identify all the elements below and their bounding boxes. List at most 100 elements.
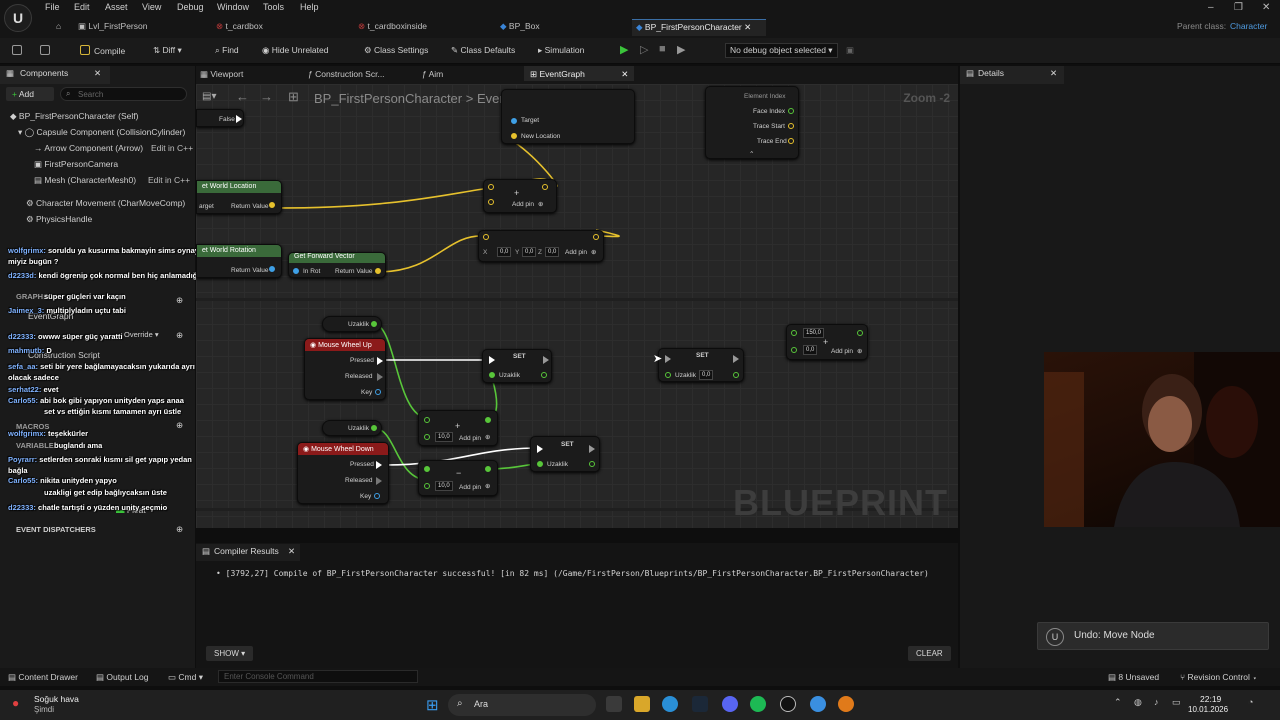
taskbar-search[interactable]: ⌕ Ara <box>448 694 596 716</box>
pin-key[interactable] <box>375 389 381 395</box>
pin-return-value[interactable] <box>269 202 275 208</box>
menu-view[interactable]: View <box>142 2 161 12</box>
pin-out[interactable] <box>593 234 599 240</box>
add-graph-icon[interactable]: ⊕ <box>176 295 183 306</box>
tab-viewport[interactable]: ▦ Viewport <box>200 69 243 80</box>
pin-b[interactable] <box>424 434 430 440</box>
play-icon[interactable]: ▶ <box>620 43 628 56</box>
tree-item-self[interactable]: ◆ BP_FirstPersonCharacter (Self) <box>10 111 138 122</box>
node-mouse-wheel-up[interactable]: ◉ Mouse Wheel Up Pressed Released Key <box>304 338 386 400</box>
add-dispatcher-icon[interactable]: ⊕ <box>176 524 183 535</box>
exec-released[interactable] <box>376 477 382 485</box>
node-get-uzaklik-2[interactable]: Uzaklik <box>322 420 382 436</box>
override-dropdown[interactable]: Override ▾ <box>124 330 159 339</box>
float-b-input[interactable]: 10,0 <box>435 432 453 442</box>
menu-window[interactable]: Window <box>217 2 249 12</box>
add-pin-icon[interactable]: ⊕ <box>485 482 490 490</box>
tray-display-icon[interactable]: ▭ <box>1172 697 1181 708</box>
pin-a[interactable] <box>791 330 797 336</box>
uzaklik-value-input[interactable]: 0,0 <box>699 370 714 380</box>
pin-a[interactable] <box>483 234 489 240</box>
content-drawer-button[interactable]: ▤ Content Drawer <box>8 672 78 683</box>
pin-in-rot[interactable] <box>293 268 299 274</box>
tab-aim[interactable]: ƒ Aim <box>422 69 443 79</box>
task-view-icon[interactable] <box>606 696 622 712</box>
blender-icon[interactable] <box>838 696 854 712</box>
pin-a[interactable] <box>424 466 430 472</box>
tray-chevron-icon[interactable]: ⌃ <box>1114 697 1122 708</box>
add-function-icon[interactable]: ⊕ <box>176 330 183 341</box>
weather-icon[interactable]: ● <box>12 696 19 710</box>
vector-z-input[interactable]: 0,0 <box>545 247 560 257</box>
clock-date[interactable]: 10.01.2026 <box>1188 705 1228 714</box>
hide-unrelated-button[interactable]: ◉ Hide Unrelated <box>262 45 328 56</box>
tray-mic-icon[interactable]: ♪ <box>1154 697 1159 707</box>
node-hit-result[interactable]: Element Index Face Index Trace Start Tra… <box>705 86 799 159</box>
add-pin-icon[interactable]: ⊕ <box>857 347 862 355</box>
add-pin-label[interactable]: Add pin <box>565 249 587 256</box>
exec-in[interactable] <box>537 445 543 453</box>
variables-section[interactable]: VARIABLES <box>16 441 59 450</box>
menu-tools[interactable]: Tools <box>263 2 284 12</box>
pin-key[interactable] <box>374 493 380 499</box>
tree-item-physicshandle[interactable]: ⚙ PhysicsHandle <box>26 214 92 225</box>
tab-t-cardbox[interactable]: ⊗ t_cardbox <box>212 19 267 36</box>
exec-pressed[interactable] <box>377 357 383 365</box>
node-get-world-location[interactable]: et World Location arget Return Value <box>196 180 282 214</box>
save-icon[interactable] <box>12 45 26 56</box>
find-button[interactable]: ⌕ Find <box>215 45 239 56</box>
launch-icon[interactable]: ▶ <box>677 43 685 56</box>
tab-bp-firstpersoncharacter[interactable]: ◆ BP_FirstPersonCharacter ✕ <box>632 19 766 36</box>
vscode-icon[interactable] <box>810 696 826 712</box>
add-pin-label[interactable]: Add pin <box>459 435 481 442</box>
tab-t-cardboxinside[interactable]: ⊗ t_cardboxinside <box>354 19 431 36</box>
tab-bp-box[interactable]: ◆ BP_Box <box>496 19 544 36</box>
node-set-location[interactable]: Target New Location <box>501 89 635 144</box>
pin-uzaklik-in[interactable] <box>489 372 495 378</box>
exec-pressed[interactable] <box>376 461 382 469</box>
menu-debug[interactable]: Debug <box>177 2 204 12</box>
console-command-input[interactable]: Enter Console Command <box>218 670 418 683</box>
node-add-float[interactable]: 150,0 + 0,0 Add pin ⊕ <box>786 324 868 360</box>
edit-cpp-link[interactable]: Edit in C++ <box>151 143 193 153</box>
pin-uzaklik-out[interactable] <box>733 372 739 378</box>
node-get-uzaklik[interactable]: Uzaklik <box>322 316 382 332</box>
steam-icon[interactable] <box>692 696 708 712</box>
pin-b[interactable] <box>488 199 494 205</box>
node-subtract-float[interactable]: − 10,0 Add pin ⊕ <box>418 460 498 496</box>
spotify-icon[interactable] <box>750 696 766 712</box>
tree-item-mesh[interactable]: ▤ Mesh (CharacterMesh0) <box>34 175 136 186</box>
cmd-dropdown[interactable]: ▭ Cmd ▾ <box>168 672 203 683</box>
notification-icon[interactable]: ◔ <box>1248 697 1253 707</box>
class-defaults-button[interactable]: ✎ Class Defaults <box>451 45 515 56</box>
tab-construction-script[interactable]: ƒ Construction Scr... <box>308 69 385 79</box>
simulation-button[interactable]: ▸ Simulation <box>538 45 584 56</box>
close-window-icon[interactable]: ✕ <box>1262 2 1270 13</box>
node-get-forward-vector[interactable]: Get Forward Vector In Rot Return Value <box>288 252 386 278</box>
vector-x-input[interactable]: 0,0 <box>497 247 512 257</box>
pin-uzaklik[interactable] <box>371 321 377 327</box>
revision-control-button[interactable]: ⑂ Revision Control ▾ <box>1180 672 1257 682</box>
class-settings-button[interactable]: ⚙ Class Settings <box>364 45 428 56</box>
menu-help[interactable]: Help <box>300 2 319 12</box>
exec-in[interactable] <box>489 356 495 364</box>
tray-network-icon[interactable]: ◍ <box>1134 697 1142 708</box>
node-set-uzaklik[interactable]: SET Uzaklik <box>482 349 552 383</box>
pin-target[interactable] <box>511 118 517 124</box>
exec-released[interactable] <box>377 373 383 381</box>
pin-uzaklik-out[interactable] <box>589 461 595 467</box>
add-pin-icon[interactable]: ⊕ <box>591 248 596 256</box>
pin-b[interactable] <box>424 483 430 489</box>
output-log-button[interactable]: ▤ Output Log <box>96 672 148 683</box>
pin-new-location[interactable] <box>511 133 517 139</box>
edit-cpp-link[interactable]: Edit in C++ <box>148 175 190 185</box>
tree-item-capsule[interactable]: ▾ ◯ Capsule Component (CollisionCylinder… <box>18 127 185 138</box>
menu-asset[interactable]: Asset <box>105 2 128 12</box>
compiler-tab[interactable]: ▤ Compiler Results ✕ <box>196 544 300 561</box>
tree-item-arrow[interactable]: → Arrow Component (Arrow) <box>34 143 143 153</box>
close-tab-icon[interactable]: ✕ <box>621 69 628 79</box>
exec-out[interactable] <box>733 355 739 363</box>
discord-icon[interactable] <box>722 696 738 712</box>
menu-file[interactable]: File <box>45 2 60 12</box>
add-pin-label[interactable]: Add pin <box>459 484 481 491</box>
